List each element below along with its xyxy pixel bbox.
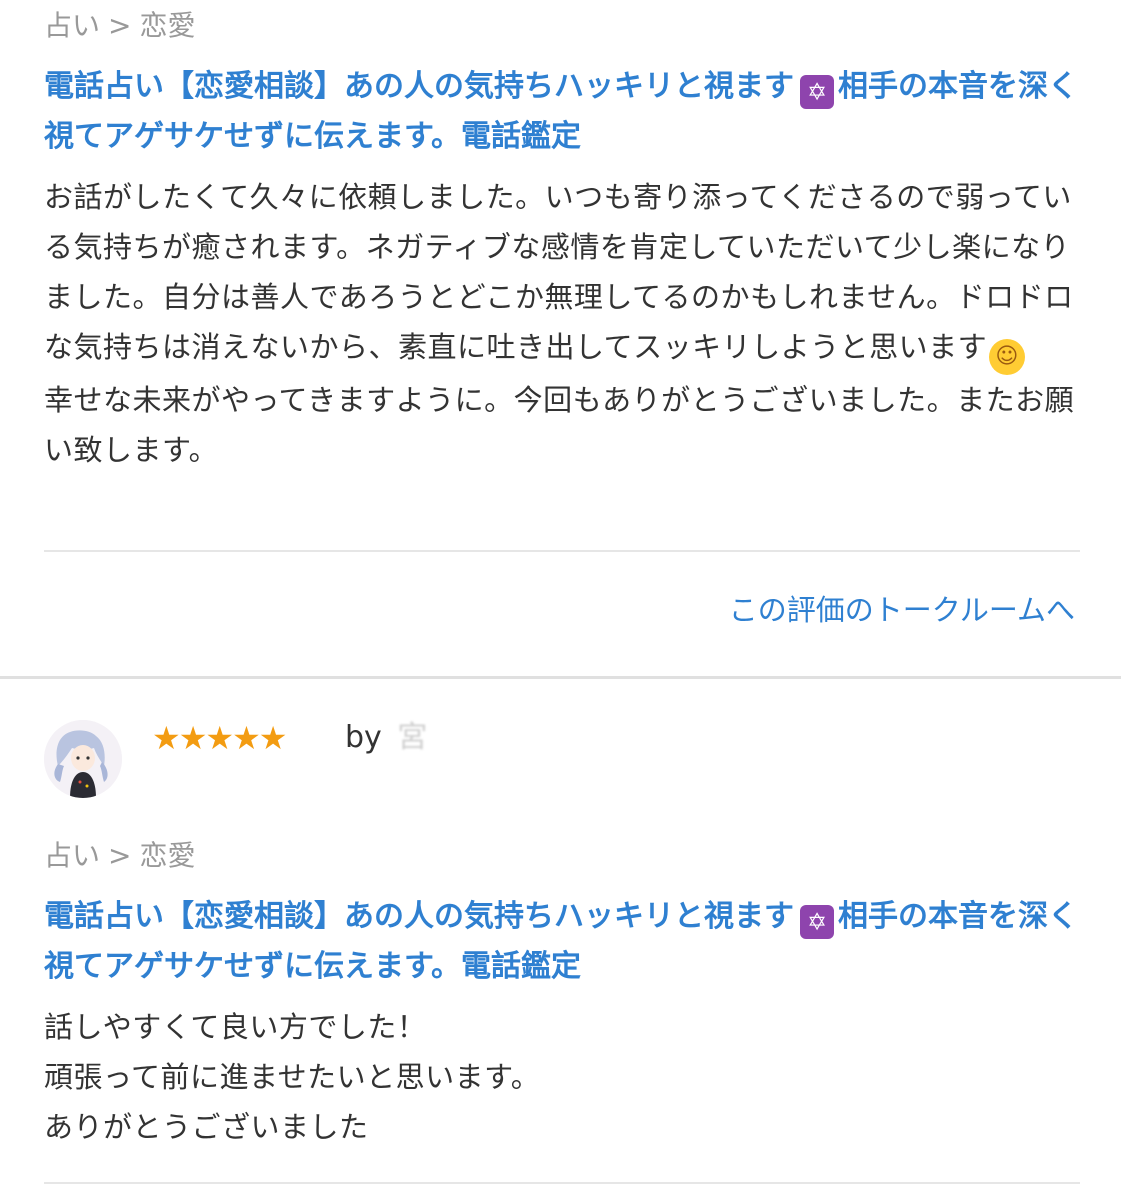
review-paragraph: お話がしたくて久々に依頼しました。いつも寄り添ってくださるので弱っている気持ちが… bbox=[44, 172, 1084, 375]
service-title-link[interactable]: 電話占い【恋愛相談】あの人の気持ちハッキリと視ます ✡ 相手の本音を深く視てアゲサケ… bbox=[44, 892, 1084, 992]
breadcrumb: 占い > 恋愛 bbox=[44, 836, 196, 876]
breadcrumb-separator: > bbox=[108, 839, 132, 872]
service-title-part1: 電話占い【恋愛相談】あの人の気持ちハッキリと視ます bbox=[44, 69, 794, 104]
divider bbox=[44, 1182, 1080, 1184]
service-title-part1: 電話占い【恋愛相談】あの人の気持ちハッキリと視ます bbox=[44, 899, 794, 934]
divider bbox=[44, 550, 1080, 552]
review-paragraph: 幸せな未来がやってきますように。今回もありがとうございました。またお願い致します… bbox=[44, 383, 1075, 467]
review-line: 頑張って前に進ませたいと思います。 bbox=[44, 1060, 541, 1094]
breadcrumb-category[interactable]: 占い bbox=[44, 9, 100, 42]
star-of-david-icon: ✡ bbox=[800, 75, 834, 109]
review-paragraph-text: お話がしたくて久々に依頼しました。いつも寄り添ってくださるので弱っている気持ちが… bbox=[44, 180, 1074, 364]
reviewer-byline: by 宮 bbox=[345, 716, 427, 760]
service-title-link[interactable]: 電話占い【恋愛相談】あの人の気持ちハッキリと視ます ✡ 相手の本音を深く視てアゲサケ… bbox=[44, 62, 1084, 162]
smiling-face-icon: ☺ bbox=[989, 339, 1026, 375]
talk-room-link[interactable]: この評価のトークルームへ bbox=[729, 588, 1075, 632]
breadcrumb-subcategory[interactable]: 恋愛 bbox=[139, 839, 195, 872]
section-divider bbox=[0, 676, 1121, 679]
breadcrumb-separator: > bbox=[108, 9, 132, 42]
byline-prefix: by bbox=[345, 720, 382, 755]
reviewer-avatar[interactable] bbox=[44, 720, 122, 798]
review-text: 話しやすくて良い方でした！ 頑張って前に進ませたいと思います。 ありがとうござい… bbox=[44, 1002, 1084, 1152]
star-of-david-icon: ✡ bbox=[800, 905, 834, 939]
breadcrumb-subcategory[interactable]: 恋愛 bbox=[139, 9, 195, 42]
breadcrumb: 占い > 恋愛 bbox=[44, 6, 196, 46]
rating-stars: ★★★★★ bbox=[152, 719, 287, 757]
review-line: ありがとうございました bbox=[44, 1110, 369, 1144]
avatar-illustration-icon bbox=[44, 720, 122, 798]
review-text: お話がしたくて久々に依頼しました。いつも寄り添ってくださるので弱っている気持ちが… bbox=[44, 172, 1084, 475]
breadcrumb-category[interactable]: 占い bbox=[44, 839, 100, 872]
reviewer-name[interactable]: 宮 bbox=[397, 720, 427, 755]
review-line: 話しやすくて良い方でした！ bbox=[44, 1010, 427, 1044]
